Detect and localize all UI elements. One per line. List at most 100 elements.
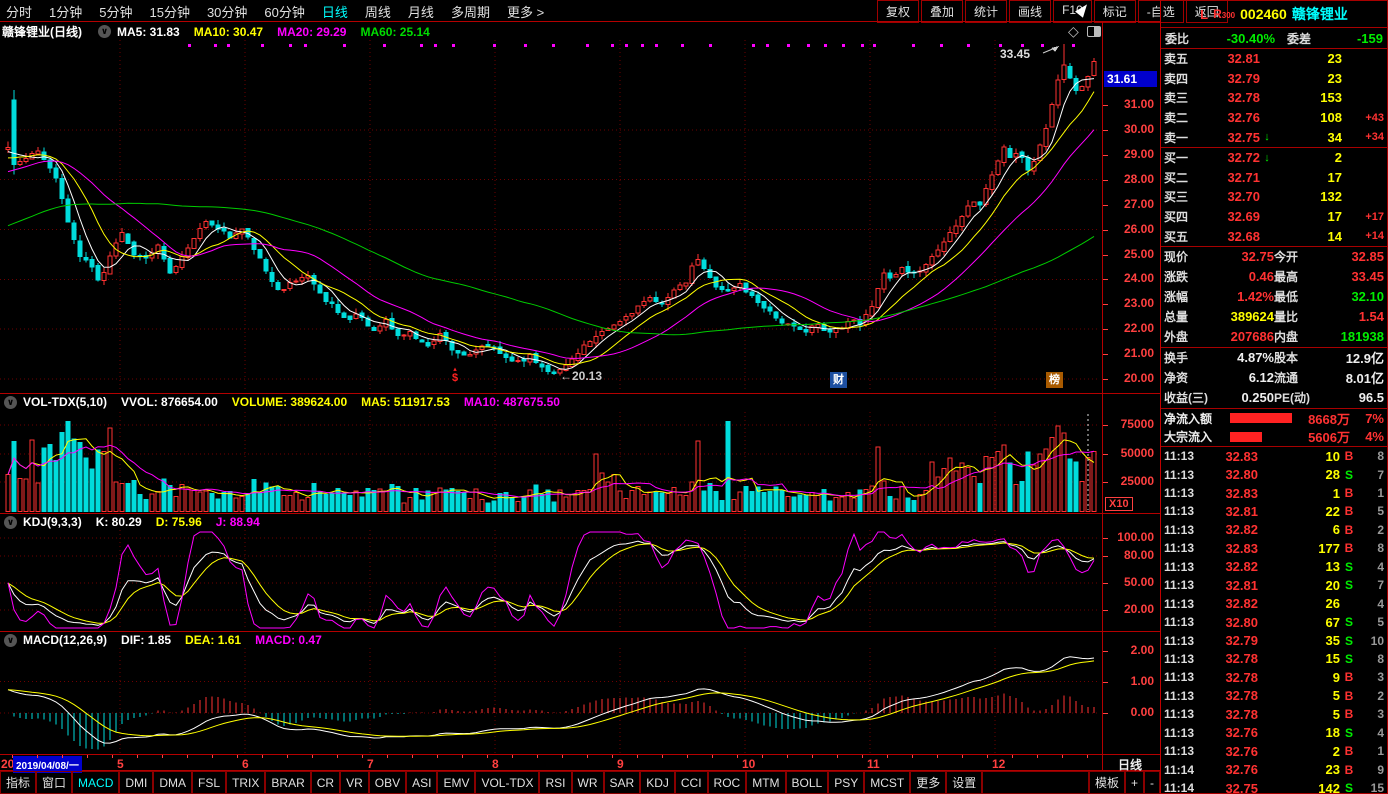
toolbar-item-VR[interactable]: VR — [340, 771, 369, 794]
split-pane-icon[interactable] — [1087, 26, 1101, 37]
toolbar-item-OBV[interactable]: OBV — [369, 771, 406, 794]
toolbar-item-ROC[interactable]: ROC — [708, 771, 747, 794]
stat-label: 流通 — [1274, 369, 1320, 386]
toolbar-item-MCST[interactable]: MCST — [864, 771, 910, 794]
macd-chart[interactable] — [0, 648, 1102, 754]
stock-title-row[interactable]: L R300 002460 赣锋锂业 — [1161, 1, 1387, 28]
trans-price: 32.83 — [1202, 449, 1258, 464]
trans-time: 11:13 — [1164, 744, 1202, 758]
toolbar-item-CCI[interactable]: CCI — [675, 771, 708, 794]
toolbar-item-+[interactable]: + — [1125, 771, 1144, 794]
order-qty: 34 — [1274, 130, 1342, 145]
order-price[interactable]: 32.69 — [1200, 209, 1260, 224]
toolbar-item-CR[interactable]: CR — [311, 771, 340, 794]
period-item-日线[interactable]: 日线 — [322, 2, 348, 21]
indicator-value: DEA: 1.61 — [185, 633, 241, 647]
period-item-15分钟[interactable]: 15分钟 — [149, 2, 189, 21]
weibi-row: 委比 -30.40% 委差 -159 — [1161, 28, 1387, 49]
order-level-row[interactable]: 卖四32.7923 — [1161, 69, 1387, 89]
trans-direction: B — [1340, 763, 1358, 777]
order-price[interactable]: 32.75 — [1200, 130, 1260, 145]
collapse-chevron-icon[interactable]: ∨ — [98, 25, 111, 38]
order-level-row[interactable]: 卖三32.78153 — [1161, 88, 1387, 108]
order-level-row[interactable]: 买五32.6814+14 — [1161, 226, 1387, 246]
toolbar-item-BOLL[interactable]: BOLL — [786, 771, 829, 794]
order-price[interactable]: 32.70 — [1200, 189, 1260, 204]
toolbar-item-WR[interactable]: WR — [572, 771, 604, 794]
toolbar-item-DMA[interactable]: DMA — [153, 771, 192, 794]
order-price[interactable]: 32.72 — [1200, 150, 1260, 165]
order-level-row[interactable]: 买二32.7117 — [1161, 168, 1387, 188]
toolbar-item-KDJ[interactable]: KDJ — [640, 771, 675, 794]
order-price[interactable]: 32.81 — [1200, 51, 1260, 66]
toolbar-item-模板[interactable]: 模板 — [1089, 771, 1125, 794]
month-label-10: 10 — [742, 757, 755, 771]
top-btn-叠加[interactable]: 叠加 — [921, 0, 963, 23]
toolbar-item-窗口[interactable]: 窗口 — [36, 771, 72, 794]
financial-report-marker[interactable]: 财 — [830, 372, 847, 388]
order-level-row[interactable]: 卖五32.8123 — [1161, 49, 1387, 69]
axis-label: 0.00 — [1131, 705, 1154, 719]
period-item-月线[interactable]: 月线 — [408, 2, 434, 21]
diamond-icon[interactable]: ◇ — [1068, 23, 1079, 40]
period-item-多周期[interactable]: 多周期 — [451, 2, 490, 21]
trans-price: 32.83 — [1202, 541, 1258, 556]
toolbar-item-指标[interactable]: 指标 — [0, 771, 36, 794]
period-item-分时[interactable]: 分时 — [6, 2, 32, 21]
order-level-row[interactable]: 卖二32.76108+43 — [1161, 108, 1387, 128]
order-level-label: 买五 — [1164, 228, 1200, 245]
x-tick — [787, 755, 788, 758]
x-tick — [112, 755, 113, 758]
toolbar-item--[interactable]: - — [1144, 771, 1160, 794]
trans-volume: 35 — [1258, 633, 1340, 648]
order-price[interactable]: 32.78 — [1200, 90, 1260, 105]
order-level-row[interactable]: 买一32.72↓2 — [1161, 148, 1387, 168]
toolbar-item-MTM[interactable]: MTM — [746, 771, 785, 794]
x-tick — [812, 755, 813, 758]
collapse-chevron-icon[interactable]: ∨ — [4, 396, 17, 409]
toolbar-item-DMI[interactable]: DMI — [119, 771, 153, 794]
period-item-30分钟[interactable]: 30分钟 — [207, 2, 247, 21]
order-delta: +43 — [1342, 112, 1384, 124]
main-kline-chart[interactable]: 33.45←20.13 — [0, 40, 1102, 392]
toolbar-item-更多[interactable]: 更多 — [910, 771, 946, 794]
collapse-chevron-icon[interactable]: ∨ — [4, 634, 17, 647]
transaction-row: 11:1332.762B1 — [1161, 742, 1387, 760]
order-price[interactable]: 32.76 — [1200, 110, 1260, 125]
trans-price: 32.81 — [1202, 504, 1258, 519]
trans-time: 11:13 — [1164, 449, 1202, 463]
toolbar-item-BRAR[interactable]: BRAR — [265, 771, 310, 794]
toolbar-item-TRIX[interactable]: TRIX — [226, 771, 265, 794]
period-item-周线[interactable]: 周线 — [365, 2, 391, 21]
order-level-row[interactable]: 买三32.70132 — [1161, 187, 1387, 207]
trans-time: 11:13 — [1164, 634, 1202, 648]
ranking-marker[interactable]: 榜 — [1046, 372, 1063, 388]
order-price[interactable]: 32.71 — [1200, 170, 1260, 185]
stat-value: 32.85 — [1320, 249, 1384, 264]
toolbar-item-PSY[interactable]: PSY — [828, 771, 864, 794]
order-level-row[interactable]: 卖一32.75↓34+34 — [1161, 127, 1387, 147]
order-price[interactable]: 32.68 — [1200, 229, 1260, 244]
top-btn-统计[interactable]: 统计 — [965, 0, 1007, 23]
toolbar-item-RSI[interactable]: RSI — [539, 771, 571, 794]
toolbar-item-ASI[interactable]: ASI — [406, 771, 437, 794]
top-btn-复权[interactable]: 复权 — [877, 0, 919, 23]
top-btn-画线[interactable]: 画线 — [1009, 0, 1051, 23]
period-item-60分钟[interactable]: 60分钟 — [264, 2, 304, 21]
volume-chart[interactable] — [0, 412, 1102, 512]
collapse-chevron-icon[interactable]: ∨ — [4, 516, 17, 529]
toolbar-item-EMV[interactable]: EMV — [437, 771, 475, 794]
transaction-row: 11:1332.8028S7 — [1161, 465, 1387, 483]
toolbar-item-FSL[interactable]: FSL — [192, 771, 226, 794]
order-level-row[interactable]: 买四32.6917+17 — [1161, 207, 1387, 227]
toolbar-item-SAR[interactable]: SAR — [604, 771, 641, 794]
toolbar-item-VOL-TDX[interactable]: VOL-TDX — [475, 771, 539, 794]
period-item-5分钟[interactable]: 5分钟 — [99, 2, 132, 21]
period-item-更多 >[interactable]: 更多 > — [507, 2, 544, 21]
toolbar-item-设置[interactable]: 设置 — [946, 771, 982, 794]
order-price[interactable]: 32.79 — [1200, 71, 1260, 86]
kdj-chart[interactable] — [0, 530, 1102, 630]
toolbar-item-MACD[interactable]: MACD — [72, 771, 119, 794]
trans-volume: 6 — [1258, 522, 1340, 537]
period-item-1分钟[interactable]: 1分钟 — [49, 2, 82, 21]
